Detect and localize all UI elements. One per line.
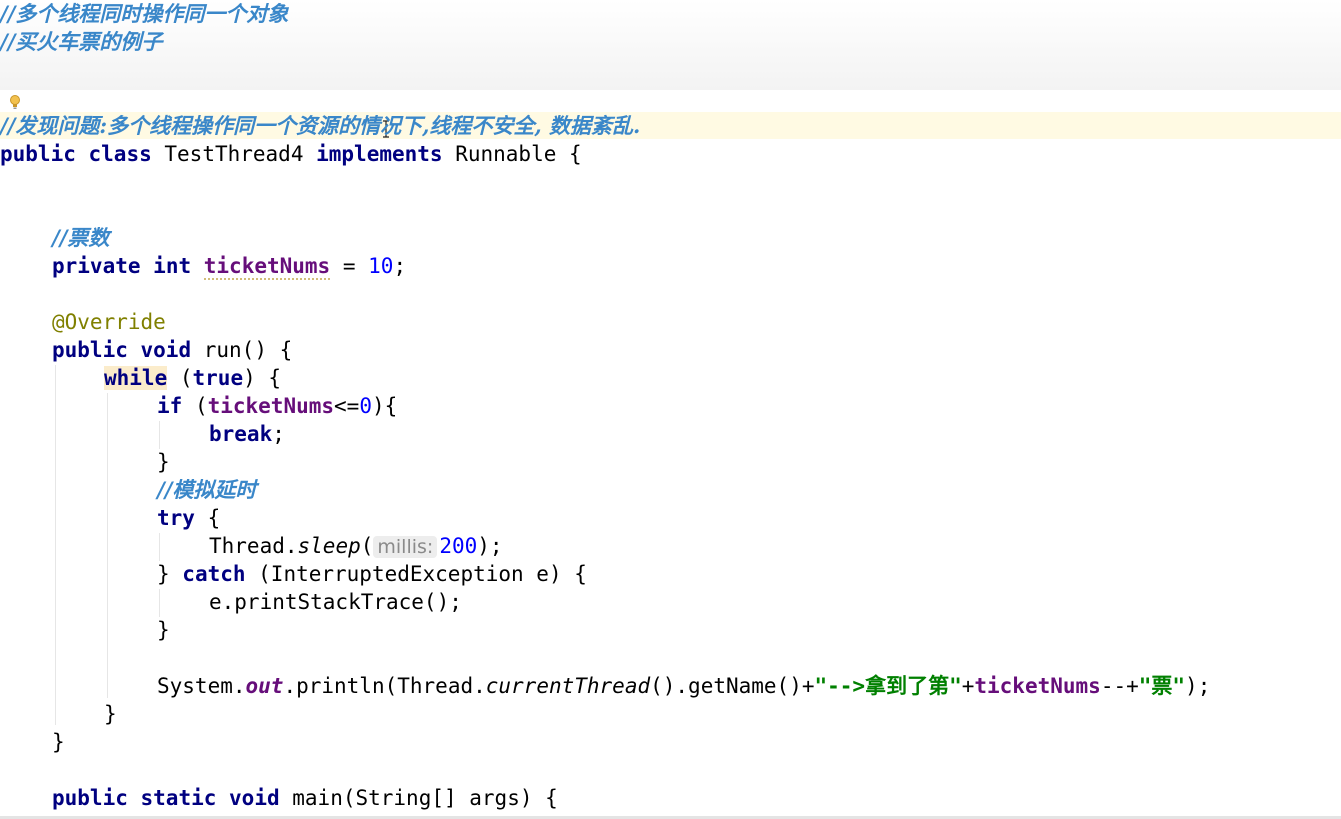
code-text: ){ [371,394,398,418]
code-text: ( [360,534,374,558]
number-literal: 0 [359,394,372,418]
close-brace-line: } [104,700,117,728]
stacktrace-line: e.printStackTrace(); [209,588,462,616]
string-literal: "票" [1138,674,1186,698]
code-text: } [104,702,117,726]
keyword: true [192,366,244,390]
method-name: sleep [297,534,361,558]
keyword: if [157,394,183,418]
println-line: System.out.println(Thread.currentThread(… [157,672,1210,700]
keyword: try [157,506,195,530]
close-brace-line: } [157,448,170,476]
break-line: break; [209,420,285,448]
field-declaration-line: private int ticketNums = 10; [52,252,406,280]
if-line: if (ticketNums<=0){ [157,392,397,420]
keyword: static [140,786,217,810]
code-text: ().getName()+ [650,674,815,698]
keyword: public [0,142,76,166]
code-text: --+ [1100,674,1139,698]
code-text: { [194,506,221,530]
class-declaration-line: public class TestThread4 implements Runn… [0,140,582,168]
comment-text: //票数 [52,225,110,250]
try-line: try { [157,504,220,532]
code-text: ); [477,534,503,558]
keyword: break [209,422,273,446]
code-text: = [330,254,369,278]
code-text: <= [334,394,360,418]
code-text: } [52,730,65,754]
comment-text: //发现问题:多个线程操作同一个资源的情况下,线程不安全, 数据紊乱. [0,113,641,138]
keyword: void [140,338,192,362]
method-name: main(String[] args) { [292,786,558,810]
code-text: } [157,562,183,586]
main-signature-line: public static void main(String[] args) { [52,784,558,812]
method-name: currentThread [485,674,651,698]
keyword: class [88,142,152,166]
keyword: void [229,786,280,810]
code-text: ( [182,394,208,418]
parameter-hint: millis: [373,536,438,558]
annotation-line: @Override [52,308,166,336]
code-text: { [556,142,582,166]
keyword: implements [316,142,443,166]
keyword: while [104,366,168,390]
interface-name: Runnable [455,142,557,166]
keyword: public [52,338,128,362]
method-signature-line: public void run() { [52,336,292,364]
comment-line: //发现问题:多个线程操作同一个资源的情况下,线程不安全, 数据紊乱. [0,112,640,140]
sleep-line: Thread.sleep(millis: 200); [209,532,503,560]
field-name: ticketNums [207,394,335,418]
comment-line: //模拟延时 [157,476,256,504]
number-literal: 200 [439,534,478,558]
code-text: + [961,674,975,698]
string-literal: "-->拿到了第" [814,674,962,698]
keyword: private [52,254,141,278]
code-text: ) { [243,366,282,390]
field-name: ticketNums [974,674,1101,698]
comment-text: //多个线程同时操作同一个对象 [0,1,289,26]
code-text: Thread. [209,534,298,558]
code-text: (InterruptedException e) { [245,562,587,586]
comment-line: //买火车票的例子 [0,28,162,56]
comment-text: //模拟延时 [157,477,257,502]
class-name: TestThread4 [164,142,304,166]
annotation-text: @Override [52,310,166,334]
keyword: int [153,254,192,278]
code-text: } [157,450,170,474]
code-text: e.printStackTrace(); [209,590,462,614]
code-text: ; [272,422,285,446]
code-text: ); [1185,674,1211,698]
close-brace-line: } [157,616,170,644]
number-literal: 10 [368,254,394,278]
keyword: public [52,786,128,810]
field-name: ticketNums [203,254,331,280]
catch-line: } catch (InterruptedException e) { [157,560,587,588]
static-field: out [245,674,284,698]
code-text: ( [167,366,193,390]
code-text: .println(Thread. [283,674,486,698]
comment-line: //票数 [52,224,109,252]
code-text: ; [393,254,407,278]
code-editor[interactable]: //多个线程同时操作同一个对象 //买火车票的例子 //发现问题:多个线程操作同… [0,0,1341,819]
while-line: while (true) { [104,364,281,392]
keyword: catch [182,562,246,586]
comment-text: //买火车票的例子 [0,29,163,54]
method-name: run() { [203,338,293,362]
code-text: } [157,618,170,642]
comment-line: //多个线程同时操作同一个对象 [0,0,288,28]
code-text: System. [157,674,246,698]
close-brace-line: } [52,728,65,756]
